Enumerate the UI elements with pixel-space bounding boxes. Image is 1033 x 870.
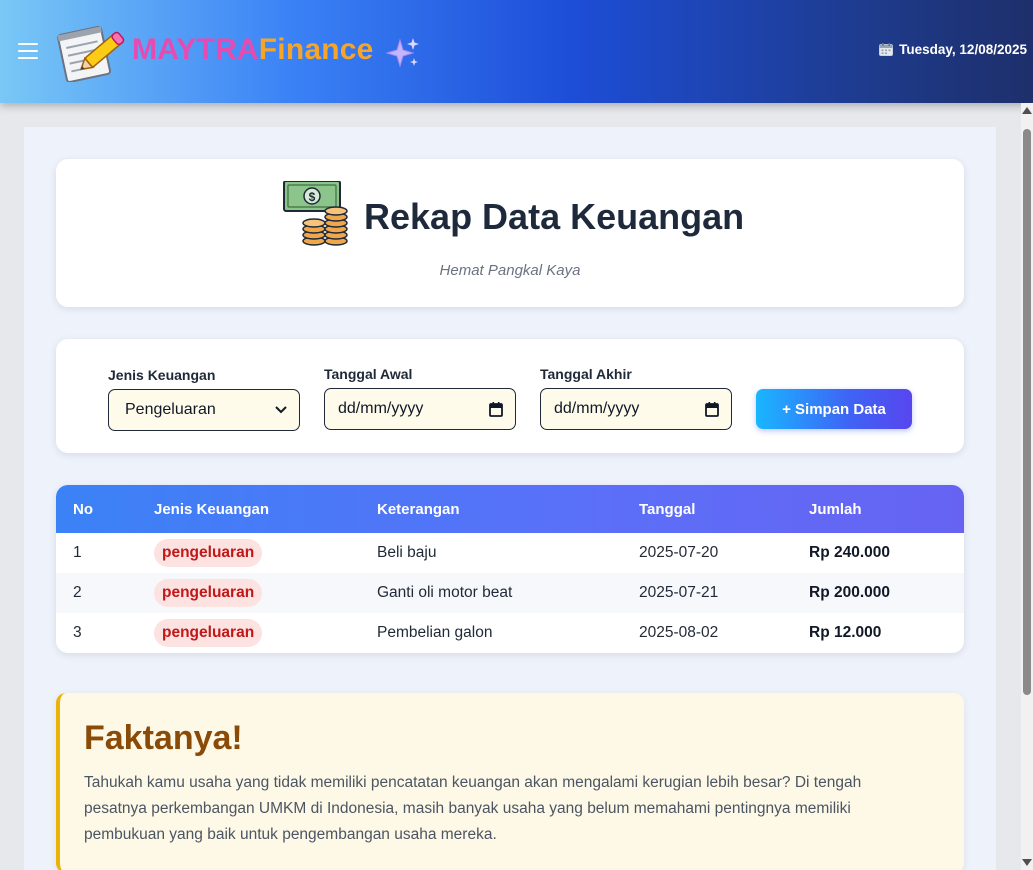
notepad-pencil-logo-icon	[57, 25, 125, 82]
fact-title: Faktanya!	[84, 719, 243, 757]
tanggal-awal-field: Tanggal Awal dd/mm/yyyy	[324, 366, 516, 430]
brand-name[interactable]: MAYTRAFinance	[132, 33, 374, 67]
cell-keterangan: Ganti oli motor beat	[377, 584, 513, 601]
column-header-keterangan: Keterangan	[377, 501, 460, 518]
cell-jumlah: Rp 200.000	[809, 584, 890, 601]
scroll-down-arrow-icon[interactable]	[1022, 859, 1032, 866]
cell-keterangan: Beli baju	[377, 544, 437, 561]
jenis-badge: pengeluaran	[154, 539, 263, 567]
jenis-keuangan-label: Jenis Keuangan	[108, 367, 216, 383]
cell-no: 1	[73, 544, 82, 561]
tanggal-awal-input[interactable]: dd/mm/yyyy	[324, 388, 516, 430]
chevron-down-icon	[275, 406, 287, 414]
jenis-badge: pengeluaran	[154, 619, 263, 647]
tanggal-akhir-field: Tanggal Akhir dd/mm/yyyy	[540, 366, 732, 430]
brand-name-part1: MAYTRA	[132, 33, 259, 66]
sparkles-icon	[386, 38, 419, 68]
column-header-jenis: Jenis Keuangan	[154, 501, 270, 518]
tanggal-awal-label: Tanggal Awal	[324, 366, 413, 382]
finance-table: No Jenis Keuangan Keterangan Tanggal Jum…	[56, 485, 964, 653]
tanggal-akhir-input[interactable]: dd/mm/yyyy	[540, 388, 732, 430]
column-header-tanggal: Tanggal	[639, 501, 696, 518]
fact-text: Tahukah kamu usaha yang tidak memiliki p…	[84, 774, 862, 843]
main-content: $ Rekap Data Keuangan Hemat Pangkal Kaya…	[24, 127, 996, 870]
page-title: Rekap Data Keuangan	[364, 196, 745, 237]
cell-tanggal: 2025-07-20	[639, 544, 719, 561]
current-date-text: Tuesday, 12/08/2025	[899, 42, 1027, 57]
column-header-jumlah: Jumlah	[809, 501, 862, 518]
cell-no: 2	[73, 584, 82, 601]
cell-no: 3	[73, 624, 82, 641]
scrollbar-thumb[interactable]	[1023, 129, 1031, 695]
jenis-badge: pengeluaran	[154, 579, 263, 607]
top-navbar: MAYTRAFinance Tuesday, 12/08/2025	[0, 0, 1033, 103]
cell-tanggal: 2025-07-21	[639, 584, 719, 601]
page-scrollbar[interactable]	[1021, 103, 1033, 870]
calendar-icon	[879, 43, 894, 56]
page-header-card: $ Rekap Data Keuangan Hemat Pangkal Kaya	[56, 159, 964, 307]
hamburger-menu-icon[interactable]	[18, 43, 38, 59]
page-subtitle: Hemat Pangkal Kaya	[439, 262, 581, 279]
jenis-keuangan-selected-value: Pengeluaran	[125, 401, 216, 418]
cell-keterangan: Pembelian galon	[377, 624, 493, 641]
svg-text:$: $	[309, 190, 316, 204]
tanggal-awal-placeholder: dd/mm/yyyy	[338, 400, 424, 417]
table-row[interactable]: 3 pengeluaran Pembelian galon 2025-08-02…	[56, 613, 964, 653]
fact-card: Faktanya! Tahukah kamu usaha yang tidak …	[56, 693, 964, 870]
table-row[interactable]: 1 pengeluaran Beli baju 2025-07-20 Rp 24…	[56, 533, 964, 573]
cell-tanggal: 2025-08-02	[639, 624, 719, 641]
filter-form-card: Jenis Keuangan Pengeluaran Tanggal Awal …	[56, 339, 964, 453]
calendar-picker-icon[interactable]	[489, 401, 503, 417]
jenis-keuangan-field: Jenis Keuangan Pengeluaran	[108, 367, 300, 431]
cell-jumlah: Rp 12.000	[809, 624, 882, 641]
money-coins-icon: $	[283, 181, 348, 246]
table-header-row: No Jenis Keuangan Keterangan Tanggal Jum…	[56, 485, 964, 533]
calendar-picker-icon[interactable]	[705, 401, 719, 417]
table-row[interactable]: 2 pengeluaran Ganti oli motor beat 2025-…	[56, 573, 964, 613]
tanggal-akhir-placeholder: dd/mm/yyyy	[554, 400, 640, 417]
brand-name-part2: Finance	[258, 33, 374, 66]
current-date: Tuesday, 12/08/2025	[879, 42, 1027, 57]
tanggal-akhir-label: Tanggal Akhir	[540, 366, 632, 382]
jenis-keuangan-select[interactable]: Pengeluaran	[108, 389, 300, 431]
column-header-no: No	[73, 501, 93, 518]
cell-jumlah: Rp 240.000	[809, 544, 890, 561]
save-data-button[interactable]: + Simpan Data	[756, 389, 912, 429]
scroll-up-arrow-icon[interactable]	[1022, 107, 1032, 114]
